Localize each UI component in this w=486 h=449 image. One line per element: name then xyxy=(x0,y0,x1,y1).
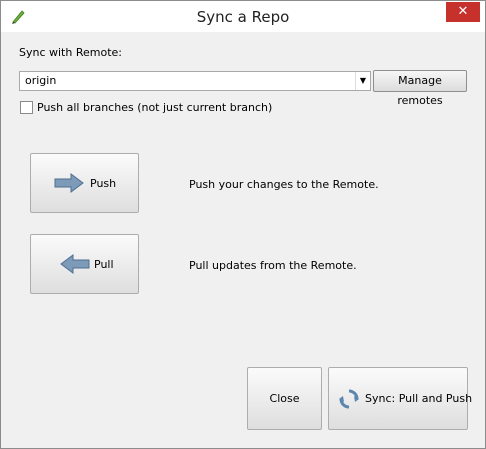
sync-remote-label: Sync with Remote: xyxy=(19,46,122,59)
push-all-branches-checkbox[interactable] xyxy=(20,101,33,114)
push-button-label: Push xyxy=(90,177,117,190)
title-bar: Sync a Repo ✕ xyxy=(1,1,485,32)
close-button[interactable]: Close xyxy=(247,367,322,430)
sync-repo-dialog: Sync a Repo ✕ Sync with Remote: origin ▼… xyxy=(0,0,486,449)
remote-select[interactable]: origin ▼ xyxy=(19,71,371,91)
pull-button-label: Pull xyxy=(94,258,114,271)
pull-description: Pull updates from the Remote. xyxy=(189,259,357,272)
window-close-button[interactable]: ✕ xyxy=(446,2,480,22)
pull-button[interactable]: Pull xyxy=(30,234,139,294)
arrow-right-icon xyxy=(54,173,84,193)
chevron-down-icon[interactable]: ▼ xyxy=(355,72,370,90)
arrow-left-icon xyxy=(60,254,90,274)
push-all-branches-label[interactable]: Push all branches (not just current bran… xyxy=(37,101,272,114)
sync-pull-push-button[interactable]: Sync: Pull and Push xyxy=(328,367,472,430)
push-description: Push your changes to the Remote. xyxy=(189,178,379,191)
remote-select-value: origin xyxy=(25,74,57,87)
close-button-label: Close xyxy=(269,392,300,405)
sync-button-label: Sync: Pull and Push xyxy=(365,392,473,405)
window-title: Sync a Repo xyxy=(196,8,290,26)
manage-remotes-button[interactable]: Manage remotes xyxy=(373,70,467,107)
push-button[interactable]: Push xyxy=(30,153,139,213)
sync-icon xyxy=(339,389,359,409)
